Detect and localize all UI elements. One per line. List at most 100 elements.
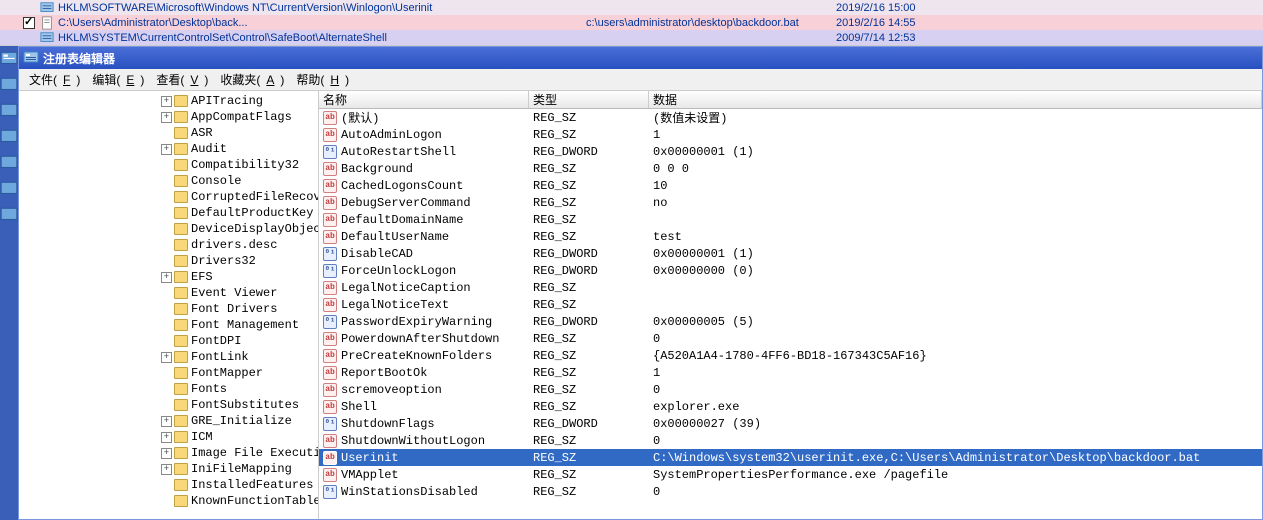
col-data[interactable]: 数据 bbox=[649, 91, 1262, 108]
tree-item[interactable]: Drivers32 bbox=[19, 253, 318, 269]
folder-icon bbox=[174, 159, 188, 171]
tree-item[interactable]: Compatibility32 bbox=[19, 157, 318, 173]
registry-tree[interactable]: + APITracing+AppCompatFlagsASR+AuditCompa… bbox=[19, 91, 319, 519]
menu-bar[interactable]: 文件(F)编辑(E)查看(V)收藏夹(A)帮助(H) bbox=[19, 69, 1262, 91]
value-row[interactable]: CachedLogonsCountREG_SZ10 bbox=[319, 177, 1262, 194]
expander-icon[interactable]: + bbox=[161, 96, 172, 107]
tree-item[interactable]: +ICM bbox=[19, 429, 318, 445]
tree-item[interactable]: +GRE_Initialize bbox=[19, 413, 318, 429]
tree-item[interactable]: + APITracing bbox=[19, 93, 318, 109]
value-row[interactable]: DebugServerCommandREG_SZno bbox=[319, 194, 1262, 211]
value-row[interactable]: LegalNoticeTextREG_SZ bbox=[319, 296, 1262, 313]
tree-label: FontMapper bbox=[191, 366, 263, 380]
result-row[interactable]: C:\Users\Administrator\Desktop\back...c:… bbox=[0, 15, 1263, 30]
result-row[interactable]: HKLM\SYSTEM\CurrentControlSet\Control\Sa… bbox=[0, 30, 1263, 45]
string-value-icon bbox=[323, 196, 337, 210]
menu-item-a[interactable]: 收藏夹(A) bbox=[214, 71, 290, 88]
tree-item[interactable]: Console bbox=[19, 173, 318, 189]
value-data: {A520A1A4-1780-4FF6-BD18-167343C5AF16} bbox=[649, 349, 1262, 363]
tree-item[interactable]: FontDPI bbox=[19, 333, 318, 349]
tree-item[interactable]: +Audit bbox=[19, 141, 318, 157]
expander-icon[interactable]: + bbox=[161, 272, 172, 283]
value-row[interactable]: (默认)REG_SZ(数值未设置) bbox=[319, 109, 1262, 126]
value-row[interactable]: DisableCADREG_DWORD0x00000001 (1) bbox=[319, 245, 1262, 262]
date-text: 2019/2/16 14:55 bbox=[836, 17, 966, 29]
tree-label: APITracing bbox=[191, 94, 263, 108]
tree-item[interactable]: FontSubstitutes bbox=[19, 397, 318, 413]
list-header[interactable]: 名称 类型 数据 bbox=[319, 91, 1262, 109]
tree-item[interactable]: +AppCompatFlags bbox=[19, 109, 318, 125]
tree-item[interactable]: FontMapper bbox=[19, 365, 318, 381]
menu-item-v[interactable]: 查看(V) bbox=[150, 71, 214, 88]
value-row[interactable]: WinStationsDisabledREG_SZ0 bbox=[319, 483, 1262, 500]
value-row[interactable]: LegalNoticeCaptionREG_SZ bbox=[319, 279, 1262, 296]
menu-item-h[interactable]: 帮助(H) bbox=[290, 71, 355, 88]
tree-item[interactable]: ASR bbox=[19, 125, 318, 141]
value-row[interactable]: PasswordExpiryWarningREG_DWORD0x00000005… bbox=[319, 313, 1262, 330]
expander-icon[interactable]: + bbox=[161, 448, 172, 459]
tree-item[interactable]: +EFS bbox=[19, 269, 318, 285]
binary-value-icon bbox=[323, 145, 337, 159]
expander-icon[interactable]: + bbox=[161, 432, 172, 443]
value-row[interactable]: AutoAdminLogonREG_SZ1 bbox=[319, 126, 1262, 143]
window-titlebar[interactable]: 注册表编辑器 bbox=[19, 47, 1262, 69]
value-row[interactable]: ReportBootOkREG_SZ1 bbox=[319, 364, 1262, 381]
string-value-icon bbox=[323, 451, 337, 465]
list-body[interactable]: (默认)REG_SZ(数值未设置)AutoAdminLogonREG_SZ1Au… bbox=[319, 109, 1262, 519]
expander-icon[interactable]: + bbox=[161, 464, 172, 475]
value-row[interactable]: VMAppletREG_SZSystemPropertiesPerformanc… bbox=[319, 466, 1262, 483]
tree-item[interactable]: DefaultProductKey bbox=[19, 205, 318, 221]
value-row[interactable]: scremoveoptionREG_SZ0 bbox=[319, 381, 1262, 398]
expander-icon bbox=[161, 496, 172, 507]
value-type: REG_SZ bbox=[529, 196, 649, 210]
tree-item[interactable]: +Image File Executi bbox=[19, 445, 318, 461]
checkbox-cell[interactable] bbox=[4, 17, 38, 29]
value-name-cell: DefaultDomainName bbox=[319, 213, 529, 227]
expander-icon[interactable]: + bbox=[161, 416, 172, 427]
value-type: REG_SZ bbox=[529, 468, 649, 482]
value-row[interactable]: ShutdownFlagsREG_DWORD0x00000027 (39) bbox=[319, 415, 1262, 432]
value-row[interactable]: ShutdownWithoutLogonREG_SZ0 bbox=[319, 432, 1262, 449]
tree-item[interactable]: DeviceDisplayObject bbox=[19, 221, 318, 237]
value-name-cell: PreCreateKnownFolders bbox=[319, 349, 529, 363]
value-name-cell: CachedLogonsCount bbox=[319, 179, 529, 193]
tree-item[interactable]: KnownFunctionTableL bbox=[19, 493, 318, 509]
tree-item[interactable]: +IniFileMapping bbox=[19, 461, 318, 477]
tree-item[interactable]: Font Management bbox=[19, 317, 318, 333]
tree-label: Font Drivers bbox=[191, 302, 277, 316]
col-type[interactable]: 类型 bbox=[529, 91, 649, 108]
menu-item-e[interactable]: 编辑(E) bbox=[86, 71, 150, 88]
result-row[interactable]: HKLM\SOFTWARE\Microsoft\Windows NT\Curre… bbox=[0, 0, 1263, 15]
value-row[interactable]: ShellREG_SZexplorer.exe bbox=[319, 398, 1262, 415]
value-name-cell: AutoRestartShell bbox=[319, 145, 529, 159]
value-row[interactable]: AutoRestartShellREG_DWORD0x00000001 (1) bbox=[319, 143, 1262, 160]
tree-item[interactable]: drivers.desc bbox=[19, 237, 318, 253]
col-name[interactable]: 名称 bbox=[319, 91, 529, 108]
tree-item[interactable]: Font Drivers bbox=[19, 301, 318, 317]
value-row[interactable]: UserinitREG_SZC:\Windows\system32\userin… bbox=[319, 449, 1262, 466]
expander-icon[interactable]: + bbox=[161, 352, 172, 363]
folder-icon bbox=[174, 383, 188, 395]
reg-icon bbox=[0, 150, 18, 176]
value-row[interactable]: PreCreateKnownFoldersREG_SZ{A520A1A4-178… bbox=[319, 347, 1262, 364]
value-row[interactable]: BackgroundREG_SZ0 0 0 bbox=[319, 160, 1262, 177]
value-name: ReportBootOk bbox=[341, 366, 427, 380]
registry-values: 名称 类型 数据 (默认)REG_SZ(数值未设置)AutoAdminLogon… bbox=[319, 91, 1262, 519]
tree-label: Font Management bbox=[191, 318, 299, 332]
tree-label: FontSubstitutes bbox=[191, 398, 299, 412]
value-row[interactable]: DefaultUserNameREG_SZtest bbox=[319, 228, 1262, 245]
value-row[interactable]: PowerdownAfterShutdownREG_SZ0 bbox=[319, 330, 1262, 347]
menu-item-f[interactable]: 文件(F) bbox=[23, 71, 86, 88]
tree-item[interactable]: Fonts bbox=[19, 381, 318, 397]
tree-item[interactable]: +FontLink bbox=[19, 349, 318, 365]
tree-item[interactable]: CorruptedFileRecove bbox=[19, 189, 318, 205]
tree-item[interactable]: Event Viewer bbox=[19, 285, 318, 301]
expander-icon[interactable]: + bbox=[161, 144, 172, 155]
value-name-cell: PasswordExpiryWarning bbox=[319, 315, 529, 329]
value-row[interactable]: ForceUnlockLogonREG_DWORD0x00000000 (0) bbox=[319, 262, 1262, 279]
tree-item[interactable]: InstalledFeatures bbox=[19, 477, 318, 493]
value-row[interactable]: DefaultDomainNameREG_SZ bbox=[319, 211, 1262, 228]
expander-icon[interactable]: + bbox=[161, 112, 172, 123]
checkbox[interactable] bbox=[23, 17, 35, 29]
binary-value-icon bbox=[323, 247, 337, 261]
